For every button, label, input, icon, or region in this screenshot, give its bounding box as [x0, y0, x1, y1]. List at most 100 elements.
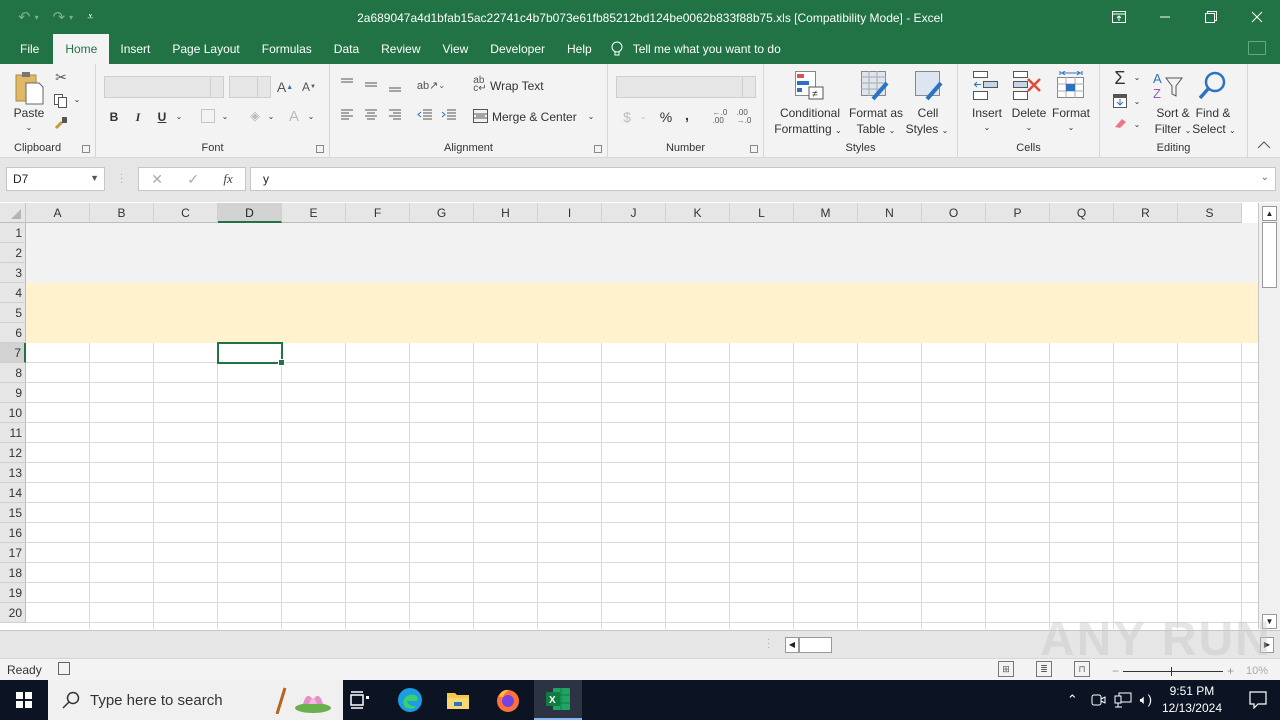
- conditional-formatting-button[interactable]: Formatting ⌄: [768, 121, 848, 139]
- vertical-scrollbar[interactable]: ▲ ▼: [1258, 203, 1280, 629]
- column-header-h[interactable]: H: [474, 203, 538, 223]
- meet-now-icon[interactable]: [1090, 692, 1106, 708]
- vertical-scroll-thumb[interactable]: [1262, 222, 1277, 288]
- alignment-launcher-icon[interactable]: [594, 145, 602, 153]
- zoom-level[interactable]: 10%: [1246, 665, 1268, 677]
- column-header-k[interactable]: K: [666, 203, 730, 223]
- sort-filter-icon[interactable]: AZ: [1152, 70, 1184, 102]
- row-header-8[interactable]: 8: [0, 363, 26, 383]
- increase-indent-icon[interactable]: [440, 108, 458, 122]
- file-explorer-button[interactable]: [434, 680, 482, 720]
- percent-button[interactable]: %: [658, 109, 674, 125]
- align-left-icon[interactable]: [338, 108, 356, 122]
- insert-dropdown-icon[interactable]: ⌄: [980, 120, 994, 136]
- tab-data[interactable]: Data: [323, 34, 370, 64]
- scroll-left-icon[interactable]: ◀: [785, 637, 799, 653]
- column-header-b[interactable]: B: [90, 203, 154, 223]
- tab-page-layout[interactable]: Page Layout: [161, 34, 250, 64]
- format-as-table-line1[interactable]: Format as: [848, 105, 904, 121]
- normal-view-icon[interactable]: ⊞: [998, 661, 1014, 677]
- number-format-combo[interactable]: [616, 76, 756, 98]
- insert-function-icon[interactable]: fx: [223, 171, 232, 187]
- tell-me-box[interactable]: Tell me what you want to do: [611, 41, 781, 57]
- row-header-10[interactable]: 10: [0, 403, 26, 423]
- zoom-track[interactable]: [1123, 666, 1224, 676]
- tab-formulas[interactable]: Formulas: [251, 34, 323, 64]
- format-cells-button[interactable]: Format: [1048, 105, 1094, 121]
- row-header-9[interactable]: 9: [0, 383, 26, 403]
- decrease-indent-icon[interactable]: [416, 108, 434, 122]
- autosum-dropdown-icon[interactable]: ⌄: [1132, 70, 1142, 86]
- column-header-f[interactable]: F: [346, 203, 410, 223]
- name-box-dropdown-icon[interactable]: ▼: [90, 173, 99, 183]
- column-header-p[interactable]: P: [986, 203, 1050, 223]
- wrap-text-button[interactable]: Wrap Text: [490, 78, 550, 94]
- wrap-text-icon[interactable]: ab c↵: [472, 76, 488, 94]
- borders-icon[interactable]: [200, 108, 216, 124]
- column-header-c[interactable]: C: [154, 203, 218, 223]
- cell-styles-icon[interactable]: [914, 70, 946, 102]
- minimize-button[interactable]: [1142, 0, 1188, 34]
- zoom-slider[interactable]: − + 10%: [1112, 664, 1268, 678]
- tab-split-handle[interactable]: · · ·: [767, 635, 770, 653]
- expand-formula-bar-icon[interactable]: ⌄: [1261, 172, 1269, 183]
- row-header-14[interactable]: 14: [0, 483, 26, 503]
- tab-file[interactable]: File: [0, 34, 53, 64]
- borders-dropdown-icon[interactable]: ⌄: [220, 109, 230, 125]
- row-header-1[interactable]: 1: [0, 223, 26, 243]
- column-header-j[interactable]: J: [602, 203, 666, 223]
- clear-icon[interactable]: [1110, 114, 1130, 132]
- column-header-i[interactable]: I: [538, 203, 602, 223]
- formula-bar-splitter[interactable]: · · ·: [120, 170, 123, 188]
- increase-font-size-icon[interactable]: A ▲: [276, 76, 294, 98]
- format-dropdown-icon[interactable]: ⌄: [1064, 120, 1078, 136]
- font-color-dropdown-icon[interactable]: ⌄: [306, 109, 316, 125]
- format-painter-icon[interactable]: [52, 114, 70, 132]
- delete-cells-icon[interactable]: [1012, 70, 1044, 102]
- merge-center-icon[interactable]: [472, 108, 488, 124]
- column-header-d[interactable]: D: [218, 203, 282, 223]
- network-icon[interactable]: [1114, 692, 1132, 708]
- column-header-m[interactable]: M: [794, 203, 858, 223]
- insert-cells-icon[interactable]: [972, 70, 1002, 102]
- scroll-down-icon[interactable]: ▼: [1262, 614, 1277, 629]
- column-header-e[interactable]: E: [282, 203, 346, 223]
- formula-input[interactable]: y ⌄: [250, 167, 1276, 191]
- taskbar-search[interactable]: Type here to search: [48, 680, 343, 720]
- bottom-align-icon[interactable]: [386, 80, 404, 94]
- scroll-right-icon[interactable]: ▶: [1260, 637, 1274, 653]
- row-header-4[interactable]: 4: [0, 283, 26, 303]
- scroll-up-icon[interactable]: ▲: [1262, 206, 1277, 221]
- align-right-icon[interactable]: [386, 108, 404, 122]
- firefox-button[interactable]: [484, 680, 532, 720]
- tab-help[interactable]: Help: [556, 34, 603, 64]
- row-header-6[interactable]: 6: [0, 323, 26, 343]
- decrease-font-size-icon[interactable]: A ▼: [300, 76, 318, 98]
- format-as-table-icon[interactable]: [860, 70, 892, 102]
- row-header-20[interactable]: 20: [0, 603, 26, 623]
- row-header-13[interactable]: 13: [0, 463, 26, 483]
- delete-cells-button[interactable]: Delete: [1008, 105, 1050, 121]
- cell-styles-line1[interactable]: Cell: [910, 105, 946, 121]
- comma-button[interactable]: ,: [682, 107, 692, 123]
- fill-dropdown-icon[interactable]: ⌄: [1132, 94, 1142, 110]
- font-name-combo[interactable]: [104, 76, 224, 98]
- column-header-s[interactable]: S: [1178, 203, 1242, 223]
- worksheet-grid[interactable]: A B C D E F G H I J K L M N O P Q R S 1 2 3 4 5 6 7 8 9 10 11 12 13 14 15…: [0, 203, 1258, 629]
- clock[interactable]: 9:51 PM 12/13/2024: [1162, 683, 1222, 717]
- select-all-button[interactable]: [0, 203, 26, 223]
- align-center-icon[interactable]: [362, 108, 380, 122]
- row-header-16[interactable]: 16: [0, 523, 26, 543]
- bold-button[interactable]: B: [106, 109, 122, 125]
- edge-button[interactable]: [386, 680, 434, 720]
- orientation-icon[interactable]: ab↗ ⌄: [416, 76, 446, 94]
- delete-dropdown-icon[interactable]: ⌄: [1022, 120, 1036, 136]
- decrease-decimal-icon[interactable]: .00 →.0: [734, 108, 754, 126]
- cell-styles-button[interactable]: Styles ⌄: [904, 121, 950, 139]
- middle-align-icon[interactable]: [362, 78, 380, 92]
- excel-button[interactable]: X: [534, 680, 582, 720]
- copy-dropdown-icon[interactable]: ⌄: [72, 92, 82, 108]
- fill-icon[interactable]: [1110, 92, 1130, 110]
- row-header-19[interactable]: 19: [0, 583, 26, 603]
- font-launcher-icon[interactable]: [316, 145, 324, 153]
